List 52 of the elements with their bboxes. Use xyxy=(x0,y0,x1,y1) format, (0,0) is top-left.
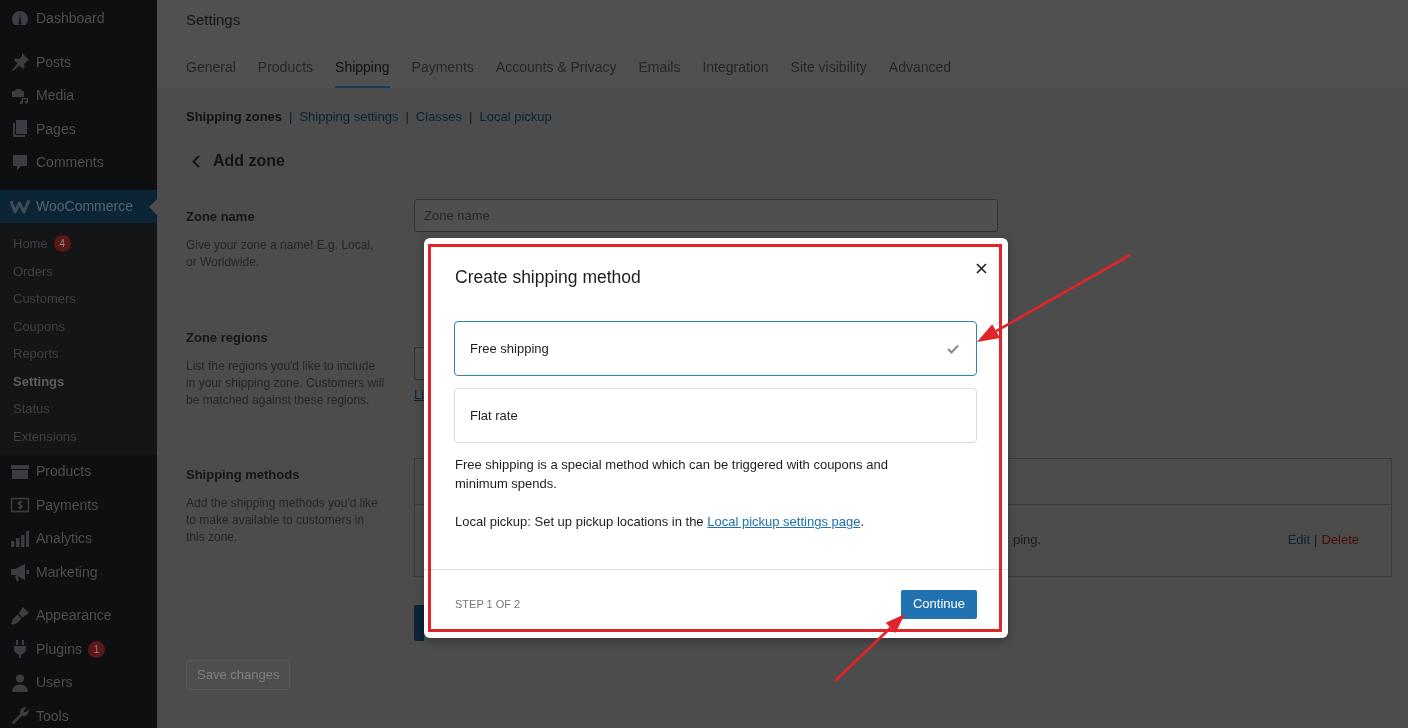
sidebar-item[interactable]: Pages xyxy=(0,112,157,146)
covered-button[interactable] xyxy=(414,604,424,641)
subnav-link[interactable]: Local pickup xyxy=(479,108,552,126)
count-badge: 1 xyxy=(87,640,105,658)
regions-field[interactable] xyxy=(414,346,424,380)
method-option[interactable]: Flat rate xyxy=(454,388,977,443)
separator-text: | xyxy=(469,108,473,126)
submenu-item[interactable]: Settings xyxy=(0,367,157,395)
sidebar-item[interactable]: Appearance xyxy=(0,599,157,633)
chevron-left-icon xyxy=(192,154,200,168)
regions-link[interactable]: Li xyxy=(414,386,425,403)
brush-icon xyxy=(10,605,30,626)
separator-text: | xyxy=(405,108,409,126)
dialog-title: Create shipping method xyxy=(455,266,641,288)
sidebar-item[interactable]: Media xyxy=(0,79,157,113)
edit-link[interactable]: Edit xyxy=(1287,530,1311,550)
subnav-link[interactable]: Shipping zones xyxy=(186,108,283,126)
sidebar-item[interactable]: Users xyxy=(0,666,157,700)
sidebar-item[interactable]: Posts xyxy=(0,45,157,79)
count-badge: 4 xyxy=(53,235,71,253)
check-icon xyxy=(947,343,959,354)
user-icon xyxy=(10,672,30,693)
megaphone-icon xyxy=(10,562,30,583)
pointer-icon xyxy=(149,198,157,215)
pin-icon xyxy=(10,52,30,73)
delete-link[interactable]: Delete xyxy=(1321,530,1359,550)
sidebar-item[interactable]: Comments xyxy=(0,146,157,180)
sidebar-item[interactable]: Tools xyxy=(0,699,157,728)
help-text: Local pickup: Set up pickup locations in the Local pickup settings page. xyxy=(455,513,866,531)
help-text: Free shipping is a special method which can be triggered with coupons and minimum spends. xyxy=(455,456,889,493)
separator-text: | xyxy=(289,108,293,126)
bar-chart-icon xyxy=(10,528,30,549)
continue-button[interactable]: Continue xyxy=(900,589,977,619)
close-icon[interactable] xyxy=(976,263,987,274)
method-option[interactable]: Free shipping xyxy=(454,321,977,376)
tab[interactable]: Shipping xyxy=(335,49,390,88)
step-label: STEP 1 OF 2 xyxy=(455,596,521,612)
page-title: Settings xyxy=(186,10,242,29)
subnav-link[interactable]: Classes xyxy=(415,108,463,126)
sidebar-item[interactable]: Payments xyxy=(0,488,157,522)
sidebar-item[interactable]: Plugins 1 xyxy=(0,632,157,666)
sidebar-item[interactable]: Products xyxy=(0,455,157,489)
separator-text: | xyxy=(1314,531,1318,550)
subnav-link[interactable]: Shipping settings xyxy=(299,108,399,126)
wrench-icon xyxy=(10,706,30,727)
sidebar-item[interactable]: Marketing xyxy=(0,555,157,589)
pages-icon xyxy=(10,119,30,140)
sidebar-item[interactable]: Analytics xyxy=(0,522,157,556)
sidebar-item[interactable]: Dashboard xyxy=(0,2,157,36)
back-link[interactable]: Add zone xyxy=(186,152,285,170)
comment-icon xyxy=(10,152,30,173)
sidebar-item[interactable]: WooCommerce xyxy=(0,189,157,223)
